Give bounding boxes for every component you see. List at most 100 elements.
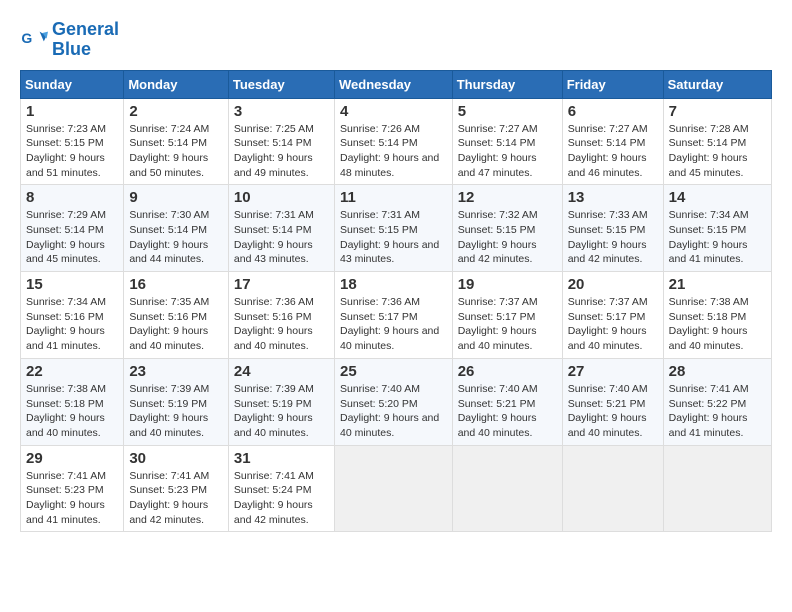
daylight-label: Daylight: 9 hours and 40 minutes. bbox=[458, 412, 537, 439]
column-header-wednesday: Wednesday bbox=[334, 70, 452, 98]
day-info: Sunrise: 7:32 AM Sunset: 5:15 PM Dayligh… bbox=[458, 208, 557, 267]
sunset-label: Sunset: 5:16 PM bbox=[234, 311, 312, 323]
daylight-label: Daylight: 9 hours and 40 minutes. bbox=[234, 325, 313, 352]
sunrise-label: Sunrise: 7:40 AM bbox=[340, 383, 420, 395]
sunrise-label: Sunrise: 7:27 AM bbox=[458, 123, 538, 135]
daylight-label: Daylight: 9 hours and 40 minutes. bbox=[340, 412, 439, 439]
daylight-label: Daylight: 9 hours and 41 minutes. bbox=[26, 499, 105, 526]
day-info: Sunrise: 7:41 AM Sunset: 5:23 PM Dayligh… bbox=[129, 469, 223, 528]
calendar-day-cell: 15 Sunrise: 7:34 AM Sunset: 5:16 PM Dayl… bbox=[21, 272, 124, 359]
daylight-label: Daylight: 9 hours and 40 minutes. bbox=[340, 325, 439, 352]
day-info: Sunrise: 7:30 AM Sunset: 5:14 PM Dayligh… bbox=[129, 208, 223, 267]
sunrise-label: Sunrise: 7:38 AM bbox=[26, 383, 106, 395]
calendar-day-cell: 17 Sunrise: 7:36 AM Sunset: 5:16 PM Dayl… bbox=[228, 272, 334, 359]
calendar-day-cell: 26 Sunrise: 7:40 AM Sunset: 5:21 PM Dayl… bbox=[452, 358, 562, 445]
daylight-label: Daylight: 9 hours and 42 minutes. bbox=[234, 499, 313, 526]
sunset-label: Sunset: 5:21 PM bbox=[568, 398, 646, 410]
sunset-label: Sunset: 5:17 PM bbox=[568, 311, 646, 323]
sunset-label: Sunset: 5:23 PM bbox=[129, 484, 207, 496]
sunset-label: Sunset: 5:24 PM bbox=[234, 484, 312, 496]
sunrise-label: Sunrise: 7:40 AM bbox=[458, 383, 538, 395]
day-info: Sunrise: 7:29 AM Sunset: 5:14 PM Dayligh… bbox=[26, 208, 118, 267]
calendar-day-cell: 9 Sunrise: 7:30 AM Sunset: 5:14 PM Dayli… bbox=[124, 185, 229, 272]
sunrise-label: Sunrise: 7:39 AM bbox=[234, 383, 314, 395]
sunset-label: Sunset: 5:14 PM bbox=[669, 137, 747, 149]
sunset-label: Sunset: 5:19 PM bbox=[129, 398, 207, 410]
calendar-day-cell: 21 Sunrise: 7:38 AM Sunset: 5:18 PM Dayl… bbox=[663, 272, 771, 359]
empty-cell bbox=[452, 445, 562, 532]
day-number: 11 bbox=[340, 189, 447, 206]
day-number: 24 bbox=[234, 363, 329, 380]
day-number: 14 bbox=[669, 189, 766, 206]
column-header-saturday: Saturday bbox=[663, 70, 771, 98]
sunrise-label: Sunrise: 7:31 AM bbox=[234, 209, 314, 221]
day-info: Sunrise: 7:36 AM Sunset: 5:16 PM Dayligh… bbox=[234, 295, 329, 354]
day-number: 19 bbox=[458, 276, 557, 293]
daylight-label: Daylight: 9 hours and 41 minutes. bbox=[669, 412, 748, 439]
day-number: 18 bbox=[340, 276, 447, 293]
calendar-week-row: 8 Sunrise: 7:29 AM Sunset: 5:14 PM Dayli… bbox=[21, 185, 772, 272]
calendar-day-cell: 1 Sunrise: 7:23 AM Sunset: 5:15 PM Dayli… bbox=[21, 98, 124, 185]
calendar-day-cell: 8 Sunrise: 7:29 AM Sunset: 5:14 PM Dayli… bbox=[21, 185, 124, 272]
sunset-label: Sunset: 5:15 PM bbox=[26, 137, 104, 149]
logo-icon: G bbox=[20, 26, 48, 54]
sunset-label: Sunset: 5:15 PM bbox=[458, 224, 536, 236]
calendar-day-cell: 28 Sunrise: 7:41 AM Sunset: 5:22 PM Dayl… bbox=[663, 358, 771, 445]
calendar-day-cell: 12 Sunrise: 7:32 AM Sunset: 5:15 PM Dayl… bbox=[452, 185, 562, 272]
calendar-table: SundayMondayTuesdayWednesdayThursdayFrid… bbox=[20, 70, 772, 533]
column-header-thursday: Thursday bbox=[452, 70, 562, 98]
daylight-label: Daylight: 9 hours and 40 minutes. bbox=[568, 412, 647, 439]
day-info: Sunrise: 7:31 AM Sunset: 5:15 PM Dayligh… bbox=[340, 208, 447, 267]
sunset-label: Sunset: 5:23 PM bbox=[26, 484, 104, 496]
daylight-label: Daylight: 9 hours and 44 minutes. bbox=[129, 239, 208, 266]
calendar-day-cell: 7 Sunrise: 7:28 AM Sunset: 5:14 PM Dayli… bbox=[663, 98, 771, 185]
day-info: Sunrise: 7:39 AM Sunset: 5:19 PM Dayligh… bbox=[129, 382, 223, 441]
sunset-label: Sunset: 5:14 PM bbox=[458, 137, 536, 149]
day-number: 5 bbox=[458, 103, 557, 120]
sunrise-label: Sunrise: 7:38 AM bbox=[669, 296, 749, 308]
calendar-week-row: 15 Sunrise: 7:34 AM Sunset: 5:16 PM Dayl… bbox=[21, 272, 772, 359]
calendar-body: 1 Sunrise: 7:23 AM Sunset: 5:15 PM Dayli… bbox=[21, 98, 772, 532]
sunrise-label: Sunrise: 7:39 AM bbox=[129, 383, 209, 395]
daylight-label: Daylight: 9 hours and 40 minutes. bbox=[458, 325, 537, 352]
sunset-label: Sunset: 5:15 PM bbox=[340, 224, 418, 236]
daylight-label: Daylight: 9 hours and 42 minutes. bbox=[568, 239, 647, 266]
sunrise-label: Sunrise: 7:34 AM bbox=[26, 296, 106, 308]
calendar-day-cell: 27 Sunrise: 7:40 AM Sunset: 5:21 PM Dayl… bbox=[562, 358, 663, 445]
day-info: Sunrise: 7:34 AM Sunset: 5:15 PM Dayligh… bbox=[669, 208, 766, 267]
empty-cell bbox=[562, 445, 663, 532]
calendar-day-cell: 11 Sunrise: 7:31 AM Sunset: 5:15 PM Dayl… bbox=[334, 185, 452, 272]
day-info: Sunrise: 7:41 AM Sunset: 5:24 PM Dayligh… bbox=[234, 469, 329, 528]
page-header: G General Blue bbox=[20, 20, 772, 60]
sunset-label: Sunset: 5:16 PM bbox=[26, 311, 104, 323]
day-number: 16 bbox=[129, 276, 223, 293]
sunset-label: Sunset: 5:14 PM bbox=[129, 137, 207, 149]
daylight-label: Daylight: 9 hours and 41 minutes. bbox=[669, 239, 748, 266]
day-info: Sunrise: 7:34 AM Sunset: 5:16 PM Dayligh… bbox=[26, 295, 118, 354]
sunrise-label: Sunrise: 7:37 AM bbox=[568, 296, 648, 308]
day-number: 7 bbox=[669, 103, 766, 120]
day-info: Sunrise: 7:39 AM Sunset: 5:19 PM Dayligh… bbox=[234, 382, 329, 441]
day-info: Sunrise: 7:31 AM Sunset: 5:14 PM Dayligh… bbox=[234, 208, 329, 267]
calendar-day-cell: 24 Sunrise: 7:39 AM Sunset: 5:19 PM Dayl… bbox=[228, 358, 334, 445]
daylight-label: Daylight: 9 hours and 40 minutes. bbox=[568, 325, 647, 352]
day-number: 28 bbox=[669, 363, 766, 380]
sunset-label: Sunset: 5:14 PM bbox=[129, 224, 207, 236]
calendar-week-row: 29 Sunrise: 7:41 AM Sunset: 5:23 PM Dayl… bbox=[21, 445, 772, 532]
day-number: 20 bbox=[568, 276, 658, 293]
day-number: 31 bbox=[234, 450, 329, 467]
sunset-label: Sunset: 5:14 PM bbox=[26, 224, 104, 236]
day-info: Sunrise: 7:37 AM Sunset: 5:17 PM Dayligh… bbox=[568, 295, 658, 354]
day-info: Sunrise: 7:40 AM Sunset: 5:21 PM Dayligh… bbox=[568, 382, 658, 441]
column-header-friday: Friday bbox=[562, 70, 663, 98]
sunrise-label: Sunrise: 7:41 AM bbox=[26, 470, 106, 482]
sunset-label: Sunset: 5:14 PM bbox=[340, 137, 418, 149]
day-number: 30 bbox=[129, 450, 223, 467]
day-info: Sunrise: 7:28 AM Sunset: 5:14 PM Dayligh… bbox=[669, 122, 766, 181]
day-number: 4 bbox=[340, 103, 447, 120]
day-number: 10 bbox=[234, 189, 329, 206]
day-info: Sunrise: 7:33 AM Sunset: 5:15 PM Dayligh… bbox=[568, 208, 658, 267]
sunrise-label: Sunrise: 7:41 AM bbox=[234, 470, 314, 482]
day-info: Sunrise: 7:23 AM Sunset: 5:15 PM Dayligh… bbox=[26, 122, 118, 181]
day-number: 21 bbox=[669, 276, 766, 293]
